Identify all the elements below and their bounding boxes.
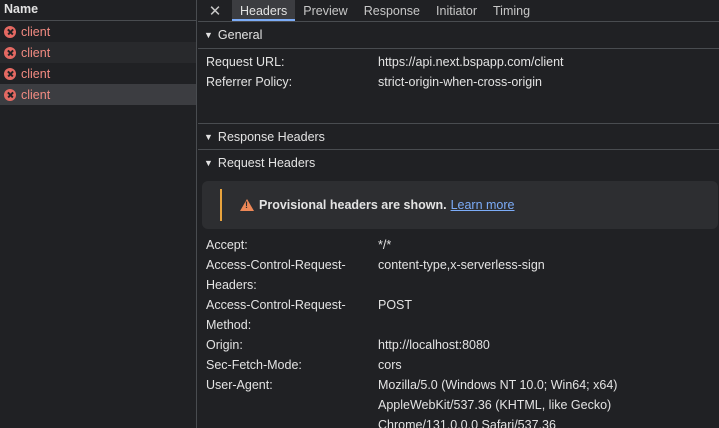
header-row: Accept: */* [198,235,719,255]
section-title: General [217,28,263,42]
header-value: POST [378,298,413,312]
header-value: http://localhost:8080 [378,338,490,352]
general-section-header[interactable]: ▼ General [198,22,719,49]
triangle-down-icon: ▼ [204,30,213,40]
request-row[interactable]: client [0,21,196,42]
header-key: Origin: [206,338,243,352]
section-title: Request Headers [217,156,316,170]
tab-initiator[interactable]: Initiator [428,0,485,21]
header-key: Accept: [206,238,248,252]
header-row: Origin: http://localhost:8080 [198,335,719,355]
banner-accent-bar [220,189,222,221]
response-headers-section-header[interactable]: ▼ Response Headers [198,124,719,150]
tab-preview[interactable]: Preview [295,0,355,21]
header-key: Referrer Policy: [206,75,293,89]
header-value: content-type,x-serverless-sign [378,258,545,272]
error-icon [4,46,16,59]
header-value: strict-origin-when-cross-origin [378,75,542,89]
header-value: cors [378,358,402,372]
learn-more-link[interactable]: Learn more [451,198,515,212]
request-name: client [21,87,51,102]
header-key: Access-Control-Request-Headers: [206,258,346,292]
tab-response[interactable]: Response [356,0,428,21]
request-row[interactable]: client [0,63,196,84]
header-key: Request URL: [206,55,285,69]
header-key: Sec-Fetch-Mode: [206,358,302,372]
header-value: https://api.next.bspapp.com/client [378,55,564,69]
triangle-down-icon: ▼ [204,158,213,168]
header-key: User-Agent: [206,378,273,392]
header-row: Sec-Fetch-Mode: cors [198,355,719,375]
request-row[interactable]: client [0,42,196,63]
error-icon [4,67,16,80]
header-key: Access-Control-Request-Method: [206,298,346,332]
request-headers-body: Accept: */* Access-Control-Request-Heade… [198,229,719,428]
error-icon [4,25,16,38]
header-row: User-Agent: Mozilla/5.0 (Windows NT 10.0… [198,375,719,428]
request-name: client [21,45,51,60]
tab-headers[interactable]: Headers [232,0,296,21]
header-value: Mozilla/5.0 (Windows NT 10.0; Win64; x64… [378,378,618,428]
tab-timing[interactable]: Timing [485,0,538,21]
header-value: */* [378,238,392,252]
error-icon [4,88,16,101]
request-row-selected[interactable]: client [0,84,196,105]
header-row: Access-Control-Request-Method: POST [198,295,719,335]
header-row: Access-Control-Request-Headers: content-… [198,255,719,295]
close-icon[interactable]: ✕ [198,0,232,21]
header-row: Request URL: https://api.next.bspapp.com… [198,52,719,72]
warning-icon [240,199,254,211]
request-list-panel: Name client client client client [0,0,197,428]
request-details-panel: ✕ Headers Preview Response Initiator Tim… [198,0,719,428]
general-section-body: Request URL: https://api.next.bspapp.com… [198,49,719,124]
section-title: Response Headers [217,129,325,144]
details-tab-bar: ✕ Headers Preview Response Initiator Tim… [198,0,719,22]
banner-message: Provisional headers are shown. [259,198,447,212]
request-name: client [21,66,51,81]
request-headers-section-header[interactable]: ▼ Request Headers [198,150,719,176]
provisional-headers-banner: Provisional headers are shown. Learn mor… [202,181,718,229]
name-column-header[interactable]: Name [0,0,196,21]
header-row: Referrer Policy: strict-origin-when-cros… [198,72,719,92]
request-name: client [21,24,51,39]
triangle-down-icon: ▼ [204,131,213,142]
